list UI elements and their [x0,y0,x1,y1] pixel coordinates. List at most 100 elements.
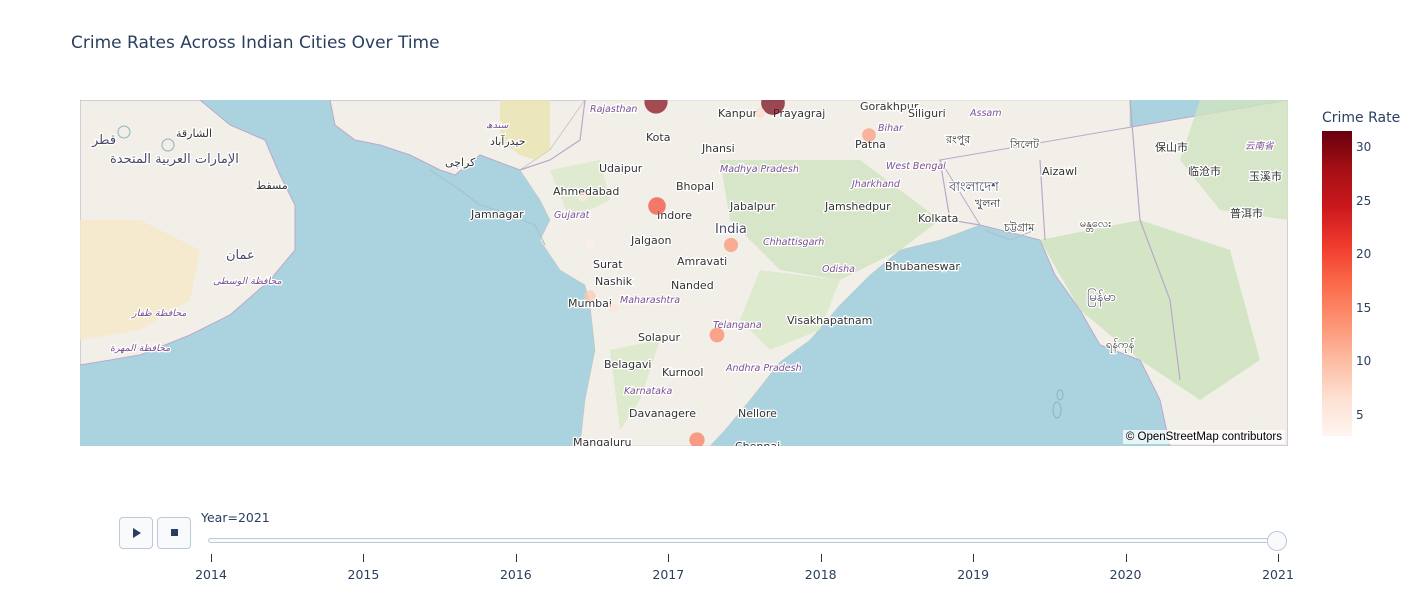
slider-tick-label[interactable]: 2016 [500,567,532,582]
colorbar [1322,131,1352,436]
slider-tick-label[interactable]: 2018 [805,567,837,582]
map-place-label: Solapur [638,331,680,344]
map-place-label: Kanpur [718,107,758,120]
map-place-label: Aizawl [1042,165,1077,178]
map-place-label: Bihar [878,123,904,134]
map-place-label: مسقط [256,179,288,192]
city-crime-marker[interactable] [584,290,596,302]
map-place-label: Gujarat [554,210,591,221]
city-crime-marker[interactable] [723,237,739,253]
city-crime-marker[interactable] [608,303,618,313]
map-place-label: 保山市 [1155,140,1188,154]
slider-tick [363,554,365,562]
map-place-label: Andhra Pradesh [725,363,802,374]
slider-tick [211,554,212,562]
map-place-label: Davanagere [629,407,696,420]
city-crime-marker[interactable] [754,107,766,119]
play-button[interactable] [119,517,153,549]
map-place-label: Jalgaon [630,234,671,247]
map-place-label: 临沧市 [1188,164,1221,178]
map-place-label: الشارقة [176,127,212,140]
map-place-label: Karnataka [624,386,673,397]
slider-tick [668,554,670,562]
map-place-label: Odisha [822,264,855,275]
slider-tick-label[interactable]: 2017 [652,567,684,582]
map-place-label: Siliguri [908,107,946,120]
map-place-label: Rajasthan [590,104,637,115]
map-place-label: محافظة ظفار [131,308,186,319]
map-place-label: Chennai [735,440,780,446]
map-place-label: Amravati [677,255,727,268]
colorbar-tick-label: 5 [1356,407,1364,422]
slider-tick-label[interactable]: 2020 [1110,567,1142,582]
map-place-label: Assam [969,108,1001,119]
map-place-label: Jamshedpur [824,200,891,213]
map-place-label: Udaipur [599,162,643,175]
map-place-label: সিলেট [1009,138,1040,151]
chart-title: Crime Rates Across Indian Cities Over Ti… [71,33,440,53]
map-place-label: Belagavi [604,358,651,371]
map-place-label: မန္တလေး [1080,217,1111,232]
basemap: Rajasthan GorakhpurKanpur Prayagraj Siligur… [80,100,1288,446]
map-place-label: Maharashtra [620,295,680,306]
map-place-label: Chhattisgarh [763,237,824,248]
map-place-label: عمان [226,248,255,263]
map-place-label: حیدرآباد [490,134,526,148]
map-place-label: ရန်ကုန် [1106,338,1134,353]
map-place-label: রংপুর [945,133,971,146]
map-place-label: Surat [593,258,623,271]
slider-tick-label[interactable]: 2015 [348,567,380,582]
map-place-label: Mangaluru [573,436,631,446]
city-crime-marker[interactable] [648,197,666,215]
colorbar-tick-label: 25 [1356,193,1372,208]
map-place-label: محافظة المهرة [110,343,170,354]
colorbar-tick-label: 15 [1356,300,1372,315]
play-icon [133,528,141,538]
map-place-label: الإمارات العربية المتحدة [110,152,239,167]
map-place-label: Jamnagar [470,208,524,221]
slider-handle[interactable] [1267,531,1287,551]
map-attribution[interactable]: © OpenStreetMap contributors [1122,430,1285,444]
map-view[interactable]: Rajasthan Gorakhpur Kanpur Prayagraj Siligur… [80,100,1288,446]
map-place-label: سندھ [486,120,509,131]
stop-button[interactable] [157,517,191,549]
map-place-label: Jabalpur [729,200,776,213]
map-place-label: Nellore [738,407,777,420]
map-place-label: বাংলাদেশ [948,180,999,195]
city-crime-marker[interactable] [578,192,588,202]
slider-tick [1278,554,1279,562]
colorbar-tick-label: 10 [1356,354,1372,369]
map-place-label: မြန်မာ [1087,288,1116,307]
map-place-label: Madhya Pradesh [720,164,799,175]
map-place-label: Visakhapatnam [787,314,872,327]
slider-tick [1125,554,1127,562]
map-place-label: Kolkata [918,212,958,225]
map-place-label: كراچی [445,156,476,169]
colorbar-tick-label: 30 [1356,140,1372,155]
city-crime-marker[interactable] [862,128,876,142]
map-place-label: 玉溪市 [1249,169,1282,183]
map-place-label: 普洱市 [1230,206,1263,220]
stop-icon [171,529,178,536]
slider-tick-label[interactable]: 2014 [195,567,227,582]
map-place-label: Kurnool [662,366,703,379]
map-place-label: 云南省 [1245,141,1275,152]
map-place-label: قطر [91,133,116,148]
slider-tick-label[interactable]: 2021 [1262,567,1294,582]
map-place-label: খুলনা [975,197,1001,210]
map-place-label: West Bengal [886,161,946,172]
map-place-label: Kota [646,131,670,144]
slider-rail[interactable] [208,538,1280,543]
city-crime-marker[interactable] [709,327,725,343]
map-place-label: Bhopal [676,180,714,193]
map-place-label: India [715,222,747,237]
city-crime-marker[interactable] [585,238,595,248]
slider-tick-label[interactable]: 2019 [957,567,989,582]
slider-tick [820,554,822,562]
map-place-label: Nanded [671,279,714,292]
map-place-label: Jhansi [701,142,735,155]
map-place-label: চট্টগ্রাম [1003,221,1035,234]
slider-current-value: Year=2021 [201,510,270,525]
colorbar-tick-label: 20 [1356,247,1372,262]
colorbar-title: Crime Rate [1322,110,1401,126]
